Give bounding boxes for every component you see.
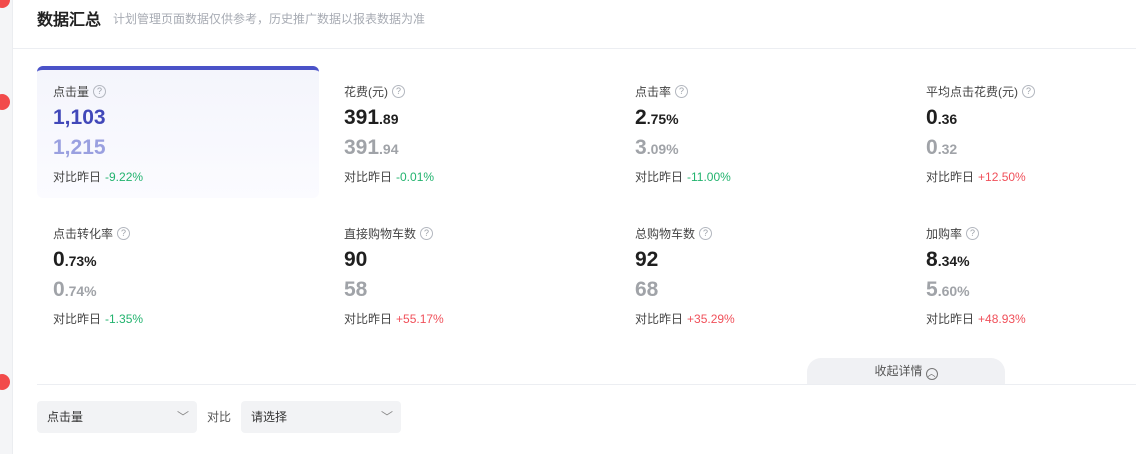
metric-card-conversion-rate[interactable]: 点击转化率? 0.73% 0.74% 对比昨日 -1.35% — [37, 208, 319, 340]
notification-dot — [0, 374, 10, 390]
metric-value: 0.36 — [926, 106, 958, 129]
metric-previous-value: 3.09% — [635, 136, 679, 159]
compare-select-value: 请选择 — [251, 410, 288, 424]
metric-card-cost[interactable]: 花费(元)? 391.89 391.94 对比昨日 -0.01% — [328, 66, 610, 198]
metric-previous-value: 5.60% — [926, 278, 970, 301]
change-value: +55.17% — [396, 312, 444, 326]
metric-value: 8.34% — [926, 248, 970, 271]
metric-label: 点击转化率 — [53, 226, 114, 241]
notification-dot — [0, 94, 10, 110]
chevron-down-icon: ﹀ — [380, 410, 393, 424]
metric-card-direct-cart[interactable]: 直接购物车数? 90 58 对比昨日 +55.17% — [328, 208, 610, 340]
left-rail — [0, 0, 13, 454]
chevron-down-icon: ﹀ — [176, 410, 189, 424]
change-value: +12.50% — [978, 170, 1026, 184]
compare-label: 对比 — [207, 410, 232, 424]
metric-compare: 对比昨日 -9.22% — [53, 170, 144, 184]
collapse-details-button[interactable]: 收起详情 ︿ — [807, 358, 1005, 384]
metric-card-total-cart[interactable]: 总购物车数? 92 68 对比昨日 +35.29% — [619, 208, 901, 340]
metric-label: 加购率 — [926, 226, 963, 241]
metric-compare: 对比昨日 +55.17% — [344, 312, 444, 326]
metric-value: 391.89 — [344, 106, 399, 129]
metric-select[interactable]: 点击量 ﹀ — [37, 401, 197, 433]
change-value: -1.35% — [105, 312, 144, 326]
change-value: +35.29% — [687, 312, 735, 326]
change-value: -11.00% — [687, 170, 731, 184]
change-value: -9.22% — [105, 170, 144, 184]
metric-label: 总购物车数 — [635, 226, 696, 241]
data-summary-panel: 数据汇总 计划管理页面数据仅供参考，历史推广数据以报表数据为准 点击量? 1,1… — [13, 0, 1136, 454]
metric-compare: 对比昨日 -0.01% — [344, 170, 435, 184]
metric-previous-value: 391.94 — [344, 136, 399, 159]
metric-card-ctr[interactable]: 点击率? 2.75% 3.09% 对比昨日 -11.00% — [619, 66, 901, 198]
metric-compare: 对比昨日 +35.29% — [635, 312, 735, 326]
metric-label: 点击量 — [53, 84, 90, 99]
metric-previous-value: 68 — [635, 278, 659, 301]
metric-value: 90 — [344, 248, 368, 271]
panel-title: 数据汇总 — [37, 12, 102, 29]
metric-label: 花费(元) — [344, 84, 388, 99]
metric-card-avg-cpc[interactable]: 平均点击花费(元)? 0.36 0.32 对比昨日 +12.50% — [910, 66, 1136, 198]
divider — [37, 384, 1136, 385]
metric-previous-value: 1,215 — [53, 136, 106, 159]
change-value: -0.01% — [396, 170, 435, 184]
compare-select[interactable]: 请选择 ﹀ — [241, 401, 401, 433]
metric-value: 2.75% — [635, 106, 679, 129]
metric-value: 92 — [635, 248, 659, 271]
help-icon[interactable]: ? — [392, 84, 405, 98]
metric-value: 1,103 — [53, 106, 106, 129]
help-icon[interactable]: ? — [420, 226, 434, 240]
chevron-up-icon: ︿ — [925, 368, 938, 380]
metric-compare: 对比昨日 +12.50% — [926, 170, 1026, 184]
metric-previous-value: 58 — [344, 278, 368, 301]
metric-label: 点击率 — [635, 84, 672, 99]
panel-subtitle: 计划管理页面数据仅供参考，历史推广数据以报表数据为准 — [113, 12, 426, 26]
help-icon[interactable]: ? — [966, 226, 980, 240]
help-icon[interactable]: ? — [699, 226, 713, 240]
change-value: +48.93% — [978, 312, 1026, 326]
metric-label: 平均点击花费(元) — [926, 84, 1018, 99]
metric-previous-value: 0.32 — [926, 136, 958, 159]
help-icon[interactable]: ? — [93, 84, 107, 98]
help-icon[interactable]: ? — [1022, 84, 1035, 98]
metric-card-add-cart-rate[interactable]: 加购率? 8.34% 5.60% 对比昨日 +48.93% — [910, 208, 1136, 340]
panel-header: 数据汇总 计划管理页面数据仅供参考，历史推广数据以报表数据为准 — [13, 0, 1136, 49]
metric-compare: 对比昨日 -11.00% — [635, 170, 731, 184]
notification-dot — [0, 0, 10, 8]
metric-previous-value: 0.74% — [53, 278, 97, 301]
metric-value: 0.73% — [53, 248, 97, 271]
help-icon[interactable]: ? — [117, 226, 131, 240]
collapse-label: 收起详情 — [874, 364, 923, 378]
metric-label: 直接购物车数 — [344, 226, 417, 241]
metric-compare: 对比昨日 +48.93% — [926, 312, 1026, 326]
metric-card-clicks[interactable]: 点击量? 1,103 1,215 对比昨日 -9.22% — [37, 66, 319, 198]
help-icon[interactable]: ? — [675, 84, 689, 98]
metric-compare: 对比昨日 -1.35% — [53, 312, 144, 326]
metric-select-value: 点击量 — [47, 410, 84, 424]
